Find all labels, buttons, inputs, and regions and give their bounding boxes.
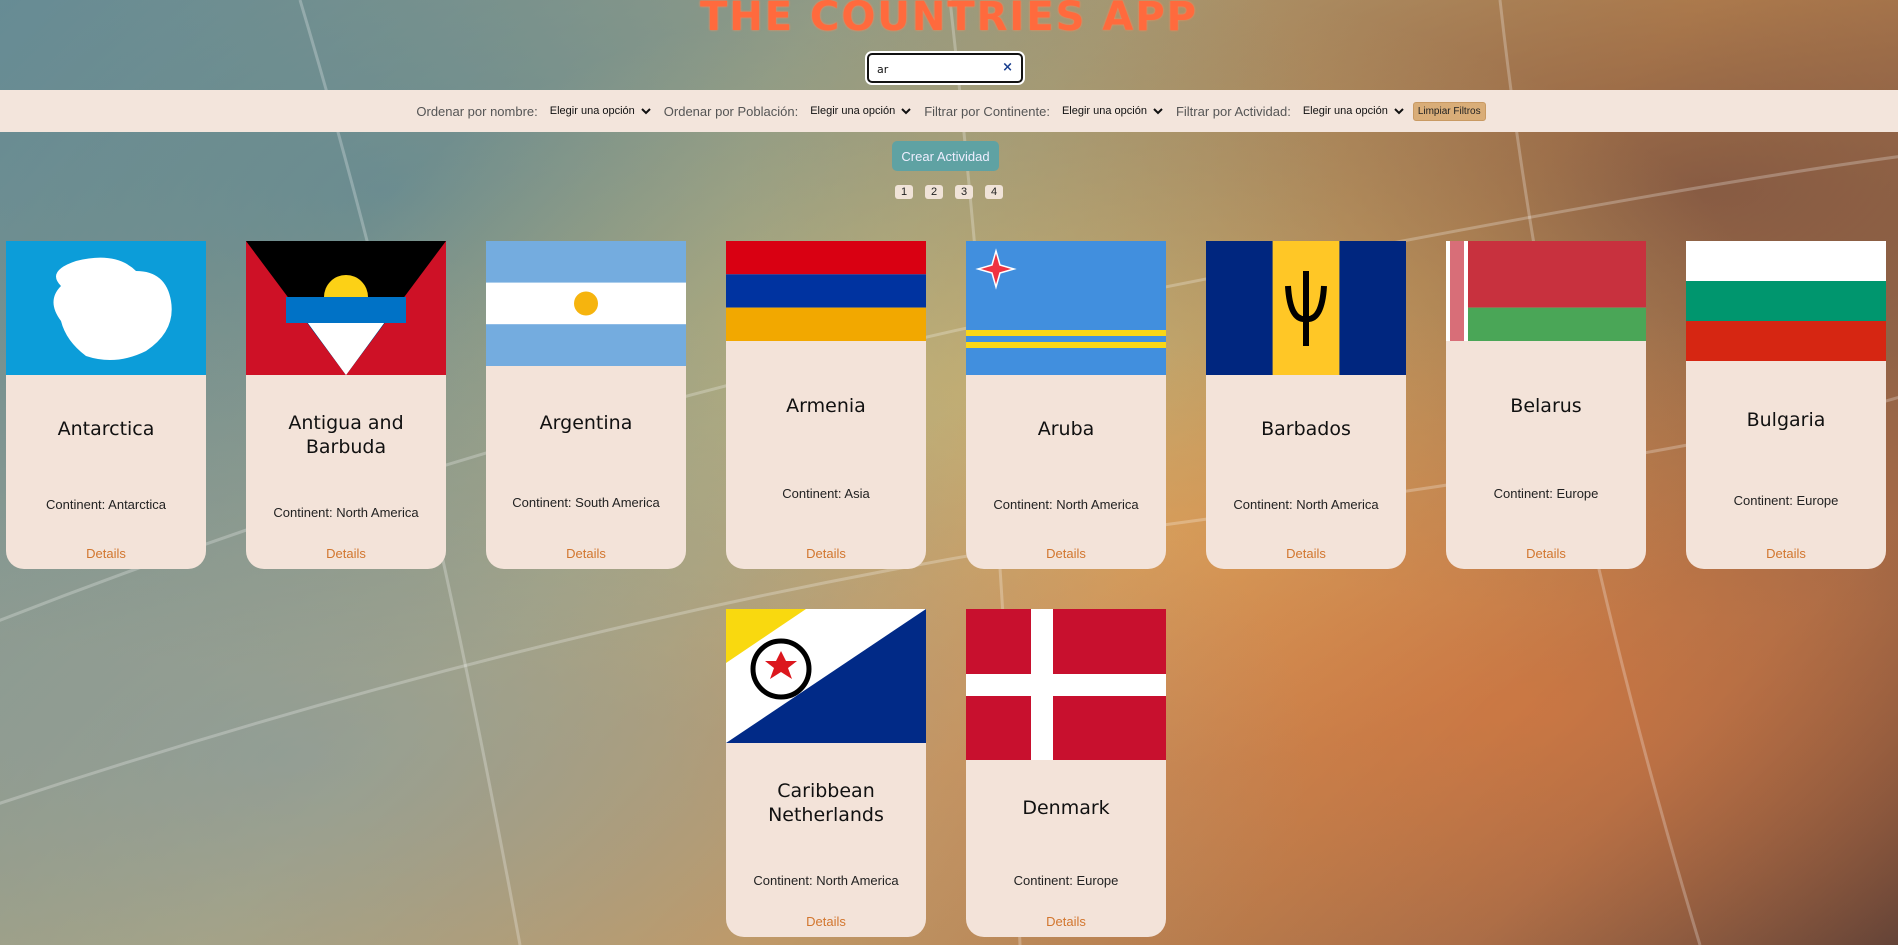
bulgaria-flag bbox=[1686, 241, 1886, 361]
antarctica-flag bbox=[6, 241, 206, 375]
country-name: Denmark bbox=[1022, 797, 1110, 819]
country-card[interactable]: Aruba Continent: North America Details bbox=[966, 241, 1166, 569]
details-link[interactable]: Details bbox=[1446, 546, 1646, 561]
details-link[interactable]: Details bbox=[1206, 546, 1406, 561]
details-link[interactable]: Details bbox=[486, 546, 686, 561]
country-name: Antarctica bbox=[57, 418, 155, 440]
country-continent: Continent: Europe bbox=[1013, 873, 1119, 888]
page-button[interactable]: 4 bbox=[985, 185, 1003, 199]
page-button[interactable]: 1 bbox=[895, 185, 913, 199]
activity-filter-label: Filtrar por Actividad: bbox=[1175, 103, 1291, 119]
clear-search-icon[interactable]: × bbox=[1002, 60, 1013, 75]
country-card[interactable]: Antigua and Barbuda Continent: North Ame… bbox=[246, 241, 446, 569]
country-card[interactable]: Argentina Continent: South America Detai… bbox=[486, 241, 686, 569]
antigua-and-barbuda-flag bbox=[246, 241, 446, 375]
details-link[interactable]: Details bbox=[246, 546, 446, 561]
sort-population-select[interactable]: Elegir una opción bbox=[804, 101, 915, 121]
sort-name-select[interactable]: Elegir una opción bbox=[543, 101, 654, 121]
sort-population-label: Ordenar por Población: bbox=[663, 103, 799, 119]
country-name: Barbados bbox=[1261, 418, 1351, 440]
armenia-flag bbox=[726, 241, 926, 341]
belarus-flag bbox=[1446, 241, 1646, 341]
sort-name-label: Ordenar por nombre: bbox=[416, 103, 538, 119]
country-continent: Continent: Europe bbox=[1493, 486, 1599, 501]
country-name: Armenia bbox=[786, 395, 866, 417]
create-activity-button[interactable]: Crear Actividad bbox=[892, 141, 999, 171]
country-card[interactable]: Armenia Continent: Asia Details bbox=[726, 241, 926, 569]
details-link[interactable]: Details bbox=[1686, 546, 1886, 561]
pagination: 1 2 3 4 bbox=[0, 185, 1898, 199]
details-link[interactable]: Details bbox=[6, 546, 206, 561]
country-card[interactable]: Denmark Continent: Europe Details bbox=[966, 609, 1166, 937]
country-continent: Continent: North America bbox=[1233, 497, 1379, 512]
caribbean-netherlands-flag bbox=[726, 609, 926, 743]
country-continent: Continent: Antarctica bbox=[46, 497, 166, 512]
clear-filters-button[interactable]: Limpiar Filtros bbox=[1412, 101, 1486, 121]
country-continent: Continent: Asia bbox=[782, 486, 870, 501]
country-name: Bulgaria bbox=[1746, 409, 1826, 431]
country-card[interactable]: Belarus Continent: Europe Details bbox=[1446, 241, 1646, 569]
barbados-flag bbox=[1206, 241, 1406, 375]
country-continent: Continent: South America bbox=[512, 495, 660, 510]
continent-filter-select[interactable]: Elegir una opción bbox=[1055, 101, 1166, 121]
denmark-flag bbox=[966, 609, 1166, 760]
country-card[interactable]: Barbados Continent: North America Detail… bbox=[1206, 241, 1406, 569]
country-name: Argentina bbox=[539, 412, 633, 434]
country-name: Antigua and Barbuda bbox=[288, 412, 404, 458]
details-link[interactable]: Details bbox=[966, 914, 1166, 929]
details-link[interactable]: Details bbox=[726, 546, 926, 561]
country-card[interactable]: Bulgaria Continent: Europe Details bbox=[1686, 241, 1886, 569]
search-input[interactable] bbox=[877, 61, 997, 77]
country-continent: Continent: North America bbox=[753, 873, 899, 888]
country-continent: Continent: North America bbox=[993, 497, 1139, 512]
details-link[interactable]: Details bbox=[966, 546, 1166, 561]
continent-filter-label: Filtrar por Continente: bbox=[924, 103, 1050, 119]
country-continent: Continent: Europe bbox=[1733, 493, 1839, 508]
argentina-flag bbox=[486, 241, 686, 366]
country-name: Caribbean Netherlands bbox=[768, 780, 884, 826]
search-field[interactable]: × bbox=[867, 53, 1023, 83]
activity-filter-select[interactable]: Elegir una opción bbox=[1296, 101, 1407, 121]
page-button[interactable]: 3 bbox=[955, 185, 973, 199]
country-card[interactable]: Caribbean Netherlands Continent: North A… bbox=[726, 609, 926, 937]
filter-bar: Ordenar por nombre: Elegir una opción Or… bbox=[0, 90, 1898, 132]
country-name: Aruba bbox=[1037, 418, 1095, 440]
aruba-flag bbox=[966, 241, 1166, 375]
details-link[interactable]: Details bbox=[726, 914, 926, 929]
page-button[interactable]: 2 bbox=[925, 185, 943, 199]
app-title: THE COUNTRIES APP bbox=[700, 0, 1198, 40]
country-continent: Continent: North America bbox=[273, 505, 419, 520]
country-card[interactable]: Antarctica Continent: Antarctica Details bbox=[6, 241, 206, 569]
country-name: Belarus bbox=[1510, 395, 1582, 417]
